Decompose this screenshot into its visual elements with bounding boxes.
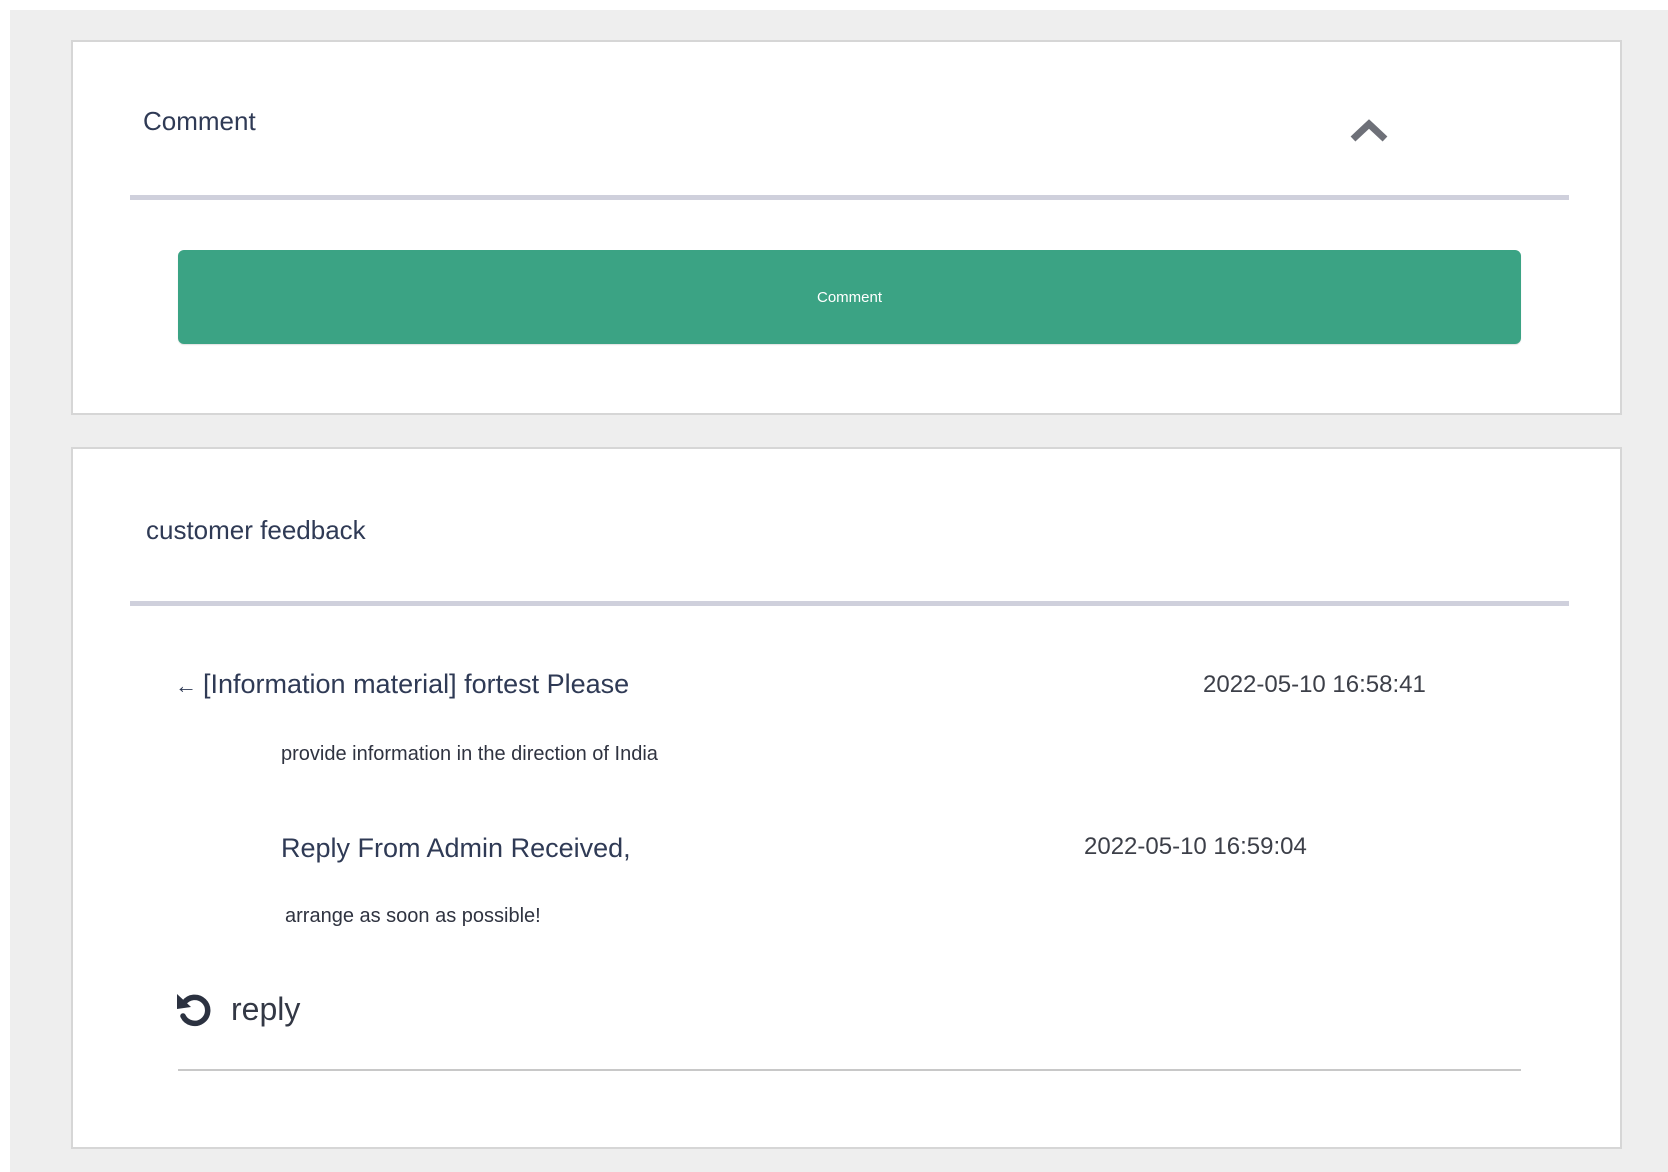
collapse-toggle[interactable]: [1341, 108, 1397, 152]
chevron-up-icon: [1350, 119, 1388, 142]
message-body: provide information in the direction of …: [281, 743, 658, 765]
comment-panel-title: Comment: [143, 106, 256, 136]
comment-panel-divider: [130, 195, 1569, 200]
customer-feedback-panel: customer feedback ← [Information material…: [71, 447, 1622, 1149]
feedback-panel-divider: [130, 601, 1569, 606]
message-title-text: [Information material] fortest Please: [203, 669, 630, 699]
comment-button[interactable]: Comment: [178, 250, 1521, 344]
feedback-panel-title: customer feedback: [146, 515, 366, 545]
reply-button[interactable]: reply: [175, 989, 300, 1029]
reply-timestamp: 2022-05-10 16:59:04: [1084, 833, 1307, 860]
feedback-bottom-divider: [178, 1069, 1521, 1071]
reply-title: Reply From Admin Received,: [281, 833, 631, 863]
message-timestamp: 2022-05-10 16:58:41: [1203, 671, 1426, 698]
undo-icon: [177, 994, 211, 1027]
reply-body: arrange as soon as possible!: [285, 905, 541, 927]
back-arrow-icon: ←: [175, 673, 197, 698]
comment-panel: Comment Comment: [71, 40, 1622, 415]
message-title: ← [Information material] fortest Please: [175, 669, 629, 700]
reply-label: reply: [231, 990, 301, 1027]
